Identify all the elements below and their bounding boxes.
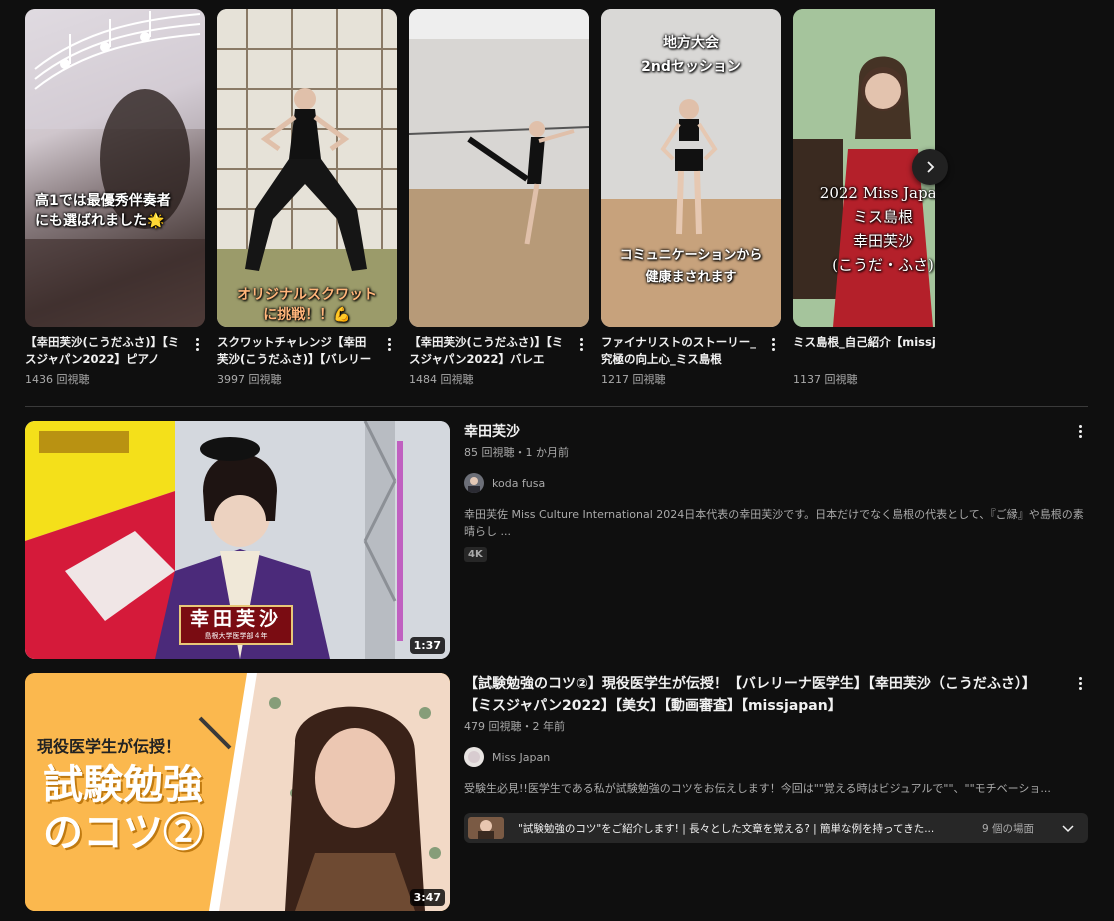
short-overlay-line: (こうだ・ふさ) bbox=[832, 256, 934, 274]
short-thumbnail[interactable]: 地方大会 2ndセッション コミュニケーションから 健康まされます bbox=[601, 9, 781, 327]
short-overlay-line: 地方大会 bbox=[663, 35, 719, 51]
music-notes-graphic bbox=[25, 9, 205, 327]
short-overlay-line: 健康まされます bbox=[645, 270, 737, 285]
thumbnail-caption: 現役医学生が伝授！ bbox=[37, 737, 182, 756]
thumbnail-caption: 試験勉強 bbox=[43, 761, 203, 808]
channel-link[interactable]: Miss Japan bbox=[464, 747, 1064, 767]
video-description: 幸田芙佐 Miss Culture International 2024日本代表… bbox=[464, 508, 1084, 538]
chevron-right-icon bbox=[927, 161, 935, 173]
short-views: 1436 回視聴 bbox=[25, 373, 90, 386]
more-options-icon[interactable] bbox=[573, 334, 589, 354]
thumbnail-caption: のコツ② bbox=[43, 809, 203, 856]
thumbnail-caption: 幸田芙沙 bbox=[189, 608, 282, 630]
short-card[interactable]: 高1では最優秀伴奏者 にも選ばれました🌟 【幸田芙沙(こうだふさ)】【ミスジャパ… bbox=[25, 9, 205, 387]
more-options-icon[interactable] bbox=[1072, 421, 1088, 441]
shelf-next-button[interactable] bbox=[912, 149, 948, 185]
shorts-shelf: 高1では最優秀伴奏者 にも選ばれました🌟 【幸田芙沙(こうだふさ)】【ミスジャパ… bbox=[25, 9, 935, 389]
short-overlay-line: 幸田芙沙 bbox=[852, 232, 913, 250]
short-card[interactable]: 地方大会 2ndセッション コミュニケーションから 健康まされます ファイナリス… bbox=[601, 9, 781, 387]
short-title[interactable]: スクワットチャレンジ【幸田芙沙(こうだふさ)】【バレリーナ bbox=[217, 334, 377, 368]
avatar[interactable] bbox=[464, 747, 484, 767]
short-card[interactable]: オリジナルスクワット に挑戦！！💪 スクワットチャレンジ【幸田芙沙(こうだふさ)… bbox=[217, 9, 397, 387]
video-title[interactable]: 【試験勉強のコツ②】現役医学生が伝授！【バレリーナ医学生】【幸田芙沙（こうだふさ… bbox=[464, 673, 1054, 717]
short-title[interactable]: 【幸田芙沙(こうだふさ)】【ミスジャパン2022】ピアノ bbox=[25, 334, 185, 368]
video-duration: 1:37 bbox=[409, 637, 445, 654]
short-overlay-line: にも選ばれました🌟 bbox=[35, 213, 165, 229]
short-overlay-line: ミス島根 bbox=[852, 208, 913, 226]
video-result[interactable]: 現役医学生が伝授！ 試験勉強 のコツ② 3:47 【試験勉強のコツ②】現役医学生… bbox=[25, 673, 1088, 913]
short-views: 1137 回視聴 bbox=[793, 373, 858, 386]
video-meta: 85 回視聴・1 か月前 bbox=[464, 446, 569, 459]
chevron-down-icon[interactable] bbox=[1062, 822, 1074, 834]
video-description: 受験生必見!!医学生である私が試験勉強のコツをお伝えします！今回は""覚える時は… bbox=[464, 782, 1051, 795]
video-title[interactable]: 幸田芙沙 bbox=[464, 421, 1064, 443]
chapters-bar[interactable]: "試験勉強のコツ"をご紹介します! | 長々とした文章を覚える? | 簡単な例を… bbox=[464, 813, 1088, 843]
video-thumbnail[interactable]: 幸田芙沙 島根大学医学部４年 1:37 bbox=[25, 421, 450, 659]
quality-badge: 4K bbox=[464, 547, 487, 562]
more-options-icon[interactable] bbox=[765, 334, 781, 354]
video-thumbnail[interactable]: 現役医学生が伝授！ 試験勉強 のコツ② 3:47 bbox=[25, 673, 450, 911]
thumbnail-subcaption: 島根大学医学部４年 bbox=[204, 632, 268, 640]
short-card[interactable]: 【幸田芙沙(こうだふさ)】【ミスジャパン2022】バレエ 1484 回視聴 bbox=[409, 9, 589, 387]
chapters-text: "試験勉強のコツ"をご紹介します! | 長々とした文章を覚える? | 簡単な例を… bbox=[518, 822, 935, 835]
video-duration: 3:47 bbox=[409, 889, 445, 906]
short-views: 1484 回視聴 bbox=[409, 373, 474, 386]
short-title[interactable]: 【幸田芙沙(こうだふさ)】【ミスジャパン2022】バレエ bbox=[409, 334, 569, 368]
short-thumbnail[interactable]: オリジナルスクワット に挑戦！！💪 bbox=[217, 9, 397, 327]
chapters-count: 9 個の場面 bbox=[982, 822, 1035, 835]
short-overlay-line: 2ndセッション bbox=[641, 59, 741, 75]
short-title[interactable]: ファイナリストのストーリー_究極の向上心_ミス島根 bbox=[601, 334, 761, 368]
more-options-icon[interactable] bbox=[189, 334, 205, 354]
section-divider bbox=[25, 406, 1088, 407]
shoji-background-graphic bbox=[217, 9, 397, 327]
more-options-icon[interactable] bbox=[1072, 673, 1088, 693]
video-result[interactable]: 幸田芙沙 島根大学医学部４年 1:37 幸田芙沙 85 回視聴・1 か月前 ko… bbox=[25, 421, 1088, 661]
channel-link[interactable]: koda fusa bbox=[464, 473, 1064, 493]
short-overlay-line: 2022 Miss Japan bbox=[819, 184, 935, 202]
dance-studio-graphic bbox=[409, 9, 589, 327]
video-meta: 479 回視聴・2 年前 bbox=[464, 720, 565, 733]
short-card[interactable]: 2022 Miss Japan ミス島根 幸田芙沙 (こうだ・ふさ) ミス島根_… bbox=[793, 9, 935, 387]
short-views: 1217 回視聴 bbox=[601, 373, 666, 386]
short-thumbnail[interactable] bbox=[409, 9, 589, 327]
short-overlay-line: オリジナルスクワット bbox=[237, 287, 377, 303]
short-views: 3997 回視聴 bbox=[217, 373, 282, 386]
more-options-icon[interactable] bbox=[381, 334, 397, 354]
short-thumbnail[interactable]: 高1では最優秀伴奏者 にも選ばれました🌟 bbox=[25, 9, 205, 327]
avatar[interactable] bbox=[464, 473, 484, 493]
chapter-thumbnail bbox=[468, 817, 504, 839]
channel-name[interactable]: Miss Japan bbox=[492, 751, 550, 764]
channel-name[interactable]: koda fusa bbox=[492, 477, 545, 490]
short-title[interactable]: ミス島根_自己紹介【missjapan】【ミスジャパン bbox=[793, 334, 935, 368]
short-overlay-line: 高1では最優秀伴奏者 bbox=[35, 193, 171, 209]
short-overlay-line: に挑戦！！💪 bbox=[263, 307, 351, 323]
short-overlay-line: コミュニケーションから bbox=[619, 248, 763, 263]
